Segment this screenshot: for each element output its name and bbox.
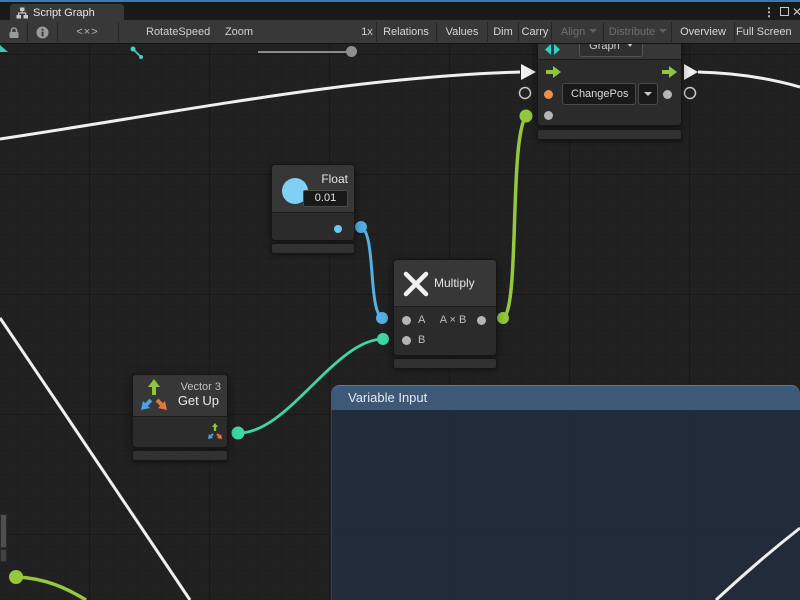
float-node-footer[interactable]	[271, 243, 355, 254]
event-node[interactable]: Graph ChangePos	[537, 30, 682, 126]
lock-icon	[8, 26, 20, 39]
window-menu-button[interactable]: ⋮	[762, 5, 776, 19]
toolbar-separator	[671, 22, 672, 42]
variable-input-panel: Variable Input	[331, 385, 800, 600]
variable-input-panel-title: Variable Input	[348, 390, 427, 405]
partial-node-left-edge-body[interactable]	[0, 549, 7, 562]
align-button[interactable]: Align	[556, 20, 602, 44]
multiply-input-b-port[interactable]	[402, 336, 411, 345]
float-value: 0.01	[315, 192, 336, 204]
vector3-icon	[139, 379, 169, 413]
lock-button[interactable]	[0, 20, 27, 44]
graph-hierarchy-icon	[16, 7, 28, 19]
tab-label: Script Graph	[33, 7, 95, 19]
float-node-title: Float	[302, 173, 348, 185]
variable-input-panel-header[interactable]: Variable Input	[331, 385, 800, 410]
chevron-down-icon	[659, 29, 667, 33]
vector3-get-up-node[interactable]: Vector 3 Get Up	[132, 374, 228, 448]
distribute-button[interactable]: Distribute	[606, 20, 670, 44]
multiply-node[interactable]: Multiply A A × B B	[393, 259, 497, 356]
script-graph-icon	[545, 44, 560, 55]
overview-button[interactable]: Overview	[673, 20, 733, 44]
multiply-result-label: A × B	[436, 314, 470, 326]
toolbar-separator	[118, 22, 119, 42]
multiply-input-a-port[interactable]	[402, 316, 411, 325]
value-port-orange[interactable]	[544, 90, 553, 99]
window-close-button[interactable]: ✕	[790, 5, 800, 19]
zoom-label: Zoom	[222, 20, 256, 44]
distribute-label: Distribute	[609, 26, 655, 38]
multiply-node-footer[interactable]	[393, 358, 497, 369]
zoom-value: 1x	[357, 20, 377, 44]
partial-node-left-edge[interactable]	[0, 514, 7, 548]
multiply-result-port[interactable]	[477, 316, 486, 325]
variable-dropdown[interactable]: ChangePos	[562, 83, 636, 105]
code-toggle-button[interactable]: <×>	[57, 20, 118, 44]
zoom-slider-track[interactable]	[258, 51, 353, 53]
chevron-down-icon	[644, 92, 652, 96]
graph-breadcrumb[interactable]: RotateSpeed	[146, 20, 216, 44]
align-label: Align	[561, 26, 585, 38]
vector3-type-label: Vector 3	[167, 381, 221, 393]
zoom-slider-knob[interactable]	[346, 46, 357, 57]
multiply-input-a-label: A	[418, 314, 425, 326]
vector3-node-footer[interactable]	[132, 450, 228, 461]
window-maximize-button[interactable]	[777, 5, 791, 19]
toolbar-separator	[487, 22, 488, 42]
dim-button[interactable]: Dim	[489, 20, 517, 44]
variable-dropdown-value: ChangePos	[571, 88, 629, 100]
multiply-node-title: Multiply	[434, 277, 475, 289]
fullscreen-button[interactable]: Full Screen	[736, 20, 800, 44]
titlebar: Script Graph ⋮ ✕	[0, 0, 800, 20]
toolbar-separator	[551, 22, 552, 42]
toolbar-separator	[734, 22, 735, 42]
info-icon	[36, 26, 49, 39]
values-button[interactable]: Values	[438, 20, 486, 44]
value-port-gray[interactable]	[544, 111, 553, 120]
control-input-arrow-icon[interactable]	[545, 65, 562, 79]
value-port-gray[interactable]	[663, 90, 672, 99]
multiply-input-b-label: B	[418, 334, 425, 346]
carry-button[interactable]: Carry	[519, 20, 551, 44]
info-button[interactable]	[27, 20, 57, 44]
toolbar-separator	[603, 22, 604, 42]
vector3-node-title: Get Up	[167, 395, 219, 407]
script-graph-window: Variable Input	[0, 0, 800, 600]
variable-input-panel-body	[331, 410, 800, 600]
toolbar-separator	[436, 22, 437, 42]
control-output-arrow-icon[interactable]	[661, 65, 678, 79]
chevron-down-icon	[589, 29, 597, 33]
toolbar: <×> RotateSpeed Zoom 1x Relations Values…	[0, 20, 800, 44]
float-value-field[interactable]: 0.01	[303, 190, 348, 207]
float-node[interactable]: Float 0.01	[271, 164, 355, 241]
script-graph-asset-icon	[130, 46, 144, 60]
multiply-icon	[403, 271, 429, 297]
maximize-icon	[780, 7, 789, 16]
variable-dropdown-arrow-button[interactable]	[638, 83, 658, 105]
relations-button[interactable]: Relations	[378, 20, 434, 44]
float-output-port[interactable]	[334, 225, 342, 233]
event-node-footer[interactable]	[537, 129, 682, 140]
vector3-output-port[interactable]	[207, 423, 223, 440]
